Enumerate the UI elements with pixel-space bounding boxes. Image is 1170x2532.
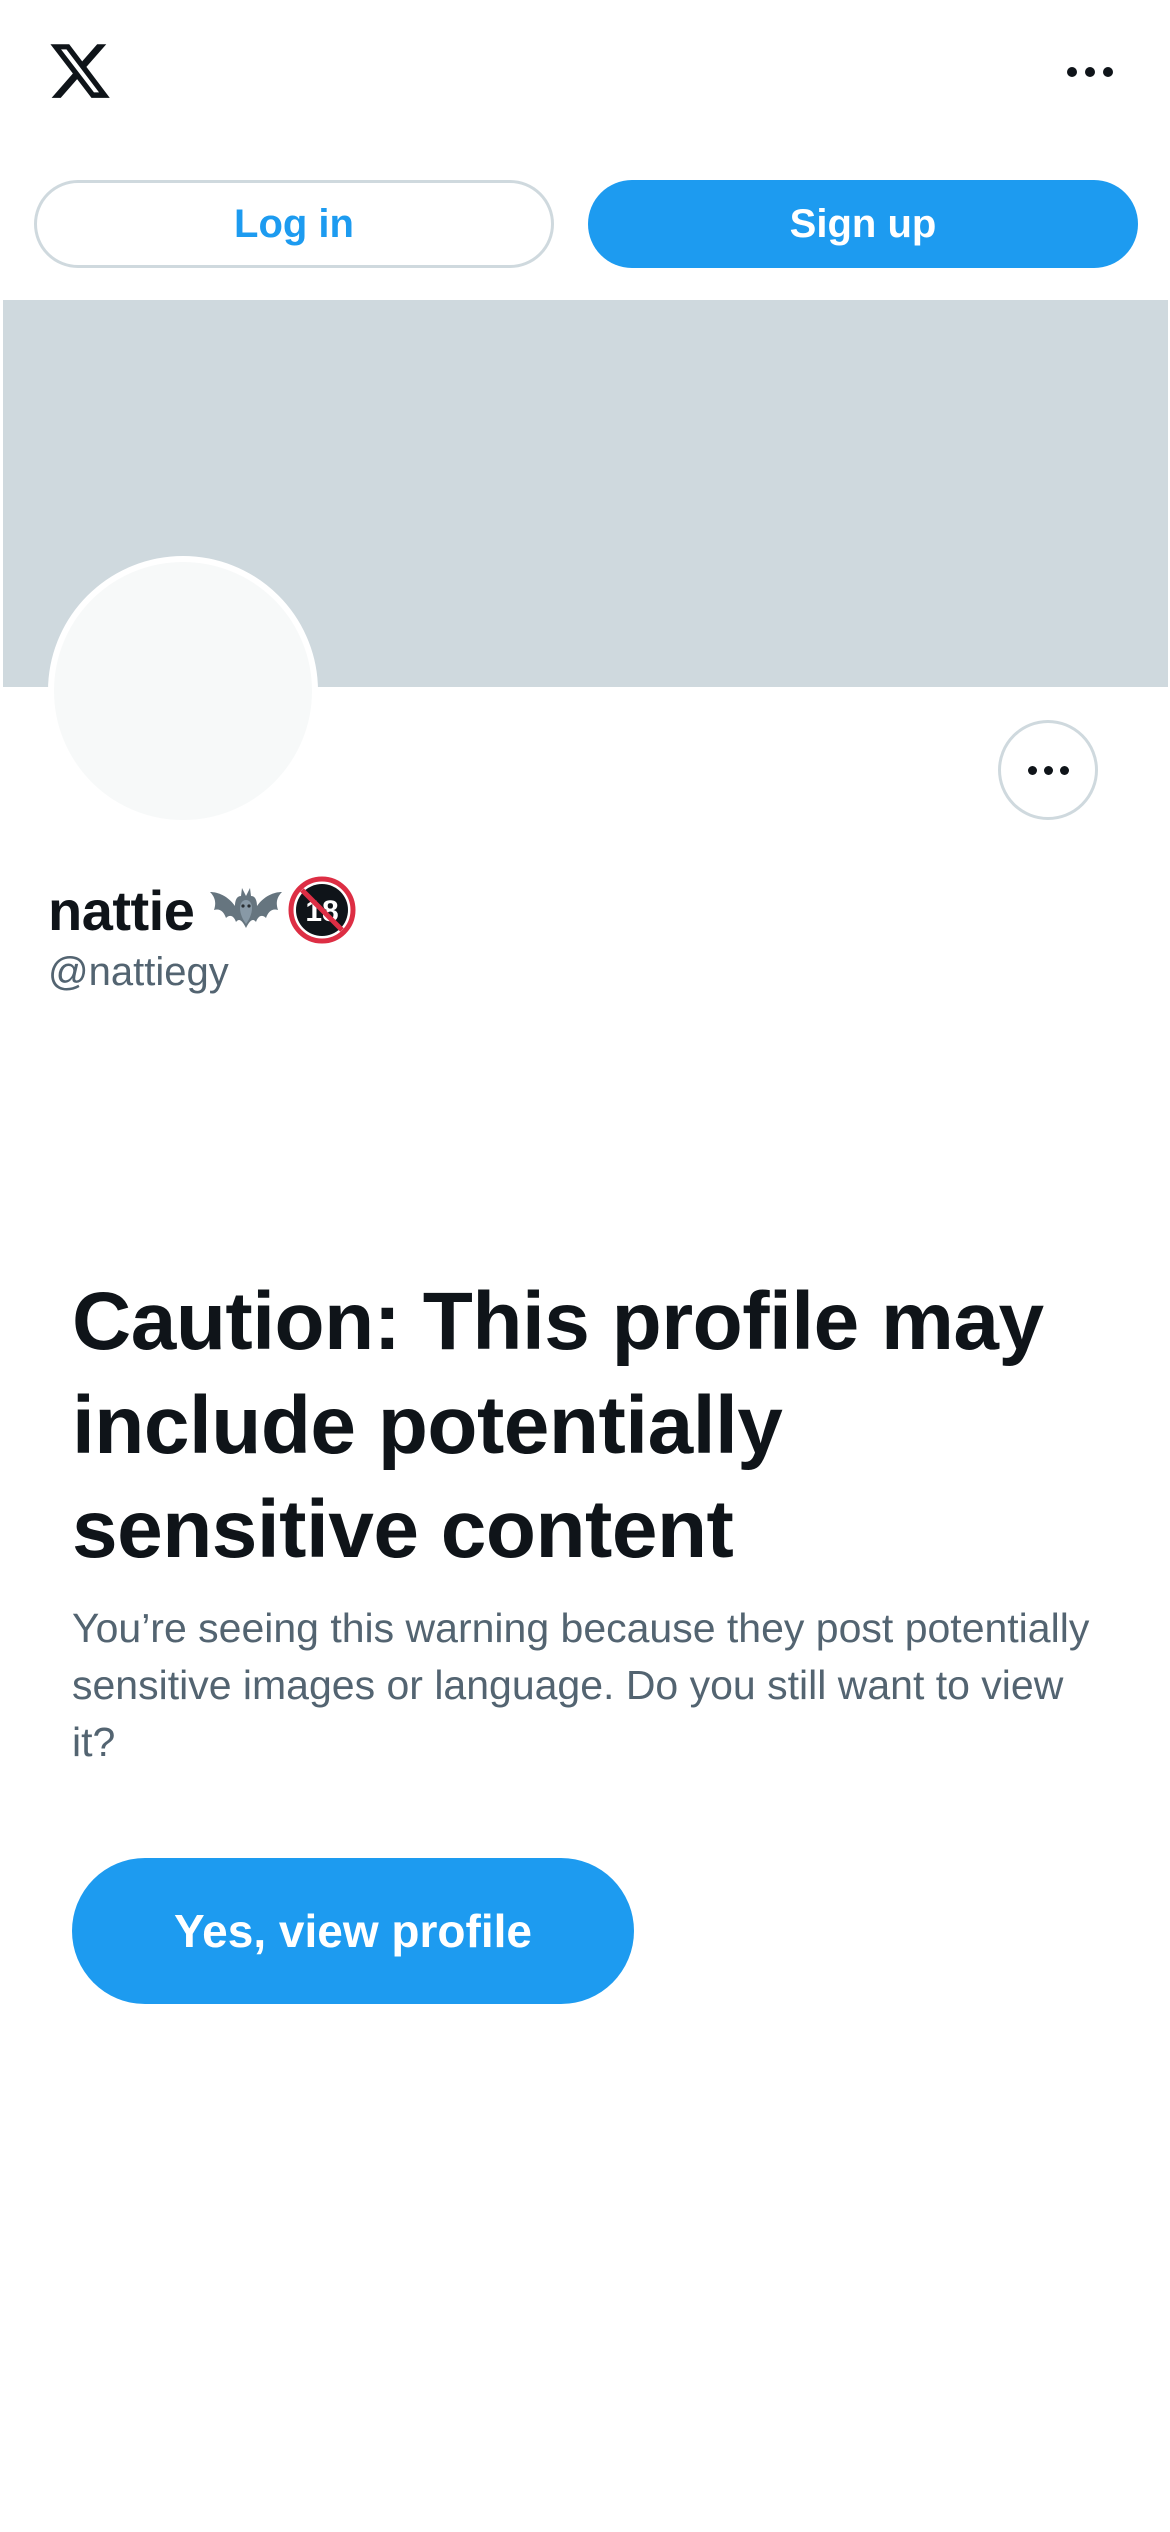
dot: [1043, 765, 1053, 775]
view-profile-button[interactable]: Yes, view profile: [72, 1858, 634, 2004]
more-options-icon[interactable]: [1058, 52, 1122, 92]
dot: [1085, 67, 1095, 77]
dot: [1067, 67, 1077, 77]
warning-title: Caution: This profile may include potent…: [72, 1276, 1044, 1575]
dot: [1059, 765, 1069, 775]
top-bar: [0, 0, 1170, 150]
avatar[interactable]: [48, 556, 318, 826]
warning-description: You’re seeing this warning because they …: [72, 1605, 1090, 1765]
signup-button[interactable]: Sign up: [588, 180, 1138, 268]
display-name: nattie: [48, 878, 195, 942]
profile-more-button[interactable]: [998, 720, 1098, 820]
x-logo-icon[interactable]: [45, 38, 115, 104]
login-button[interactable]: Log in: [34, 180, 554, 268]
bat-emoji-icon: [210, 888, 283, 928]
dot: [1103, 67, 1113, 77]
profile-name-row: nattie 18: [48, 870, 356, 950]
dot: [1027, 765, 1037, 775]
profile-handle: @nattiegy: [48, 950, 229, 994]
no-under-eighteen-icon: 18: [288, 876, 356, 944]
